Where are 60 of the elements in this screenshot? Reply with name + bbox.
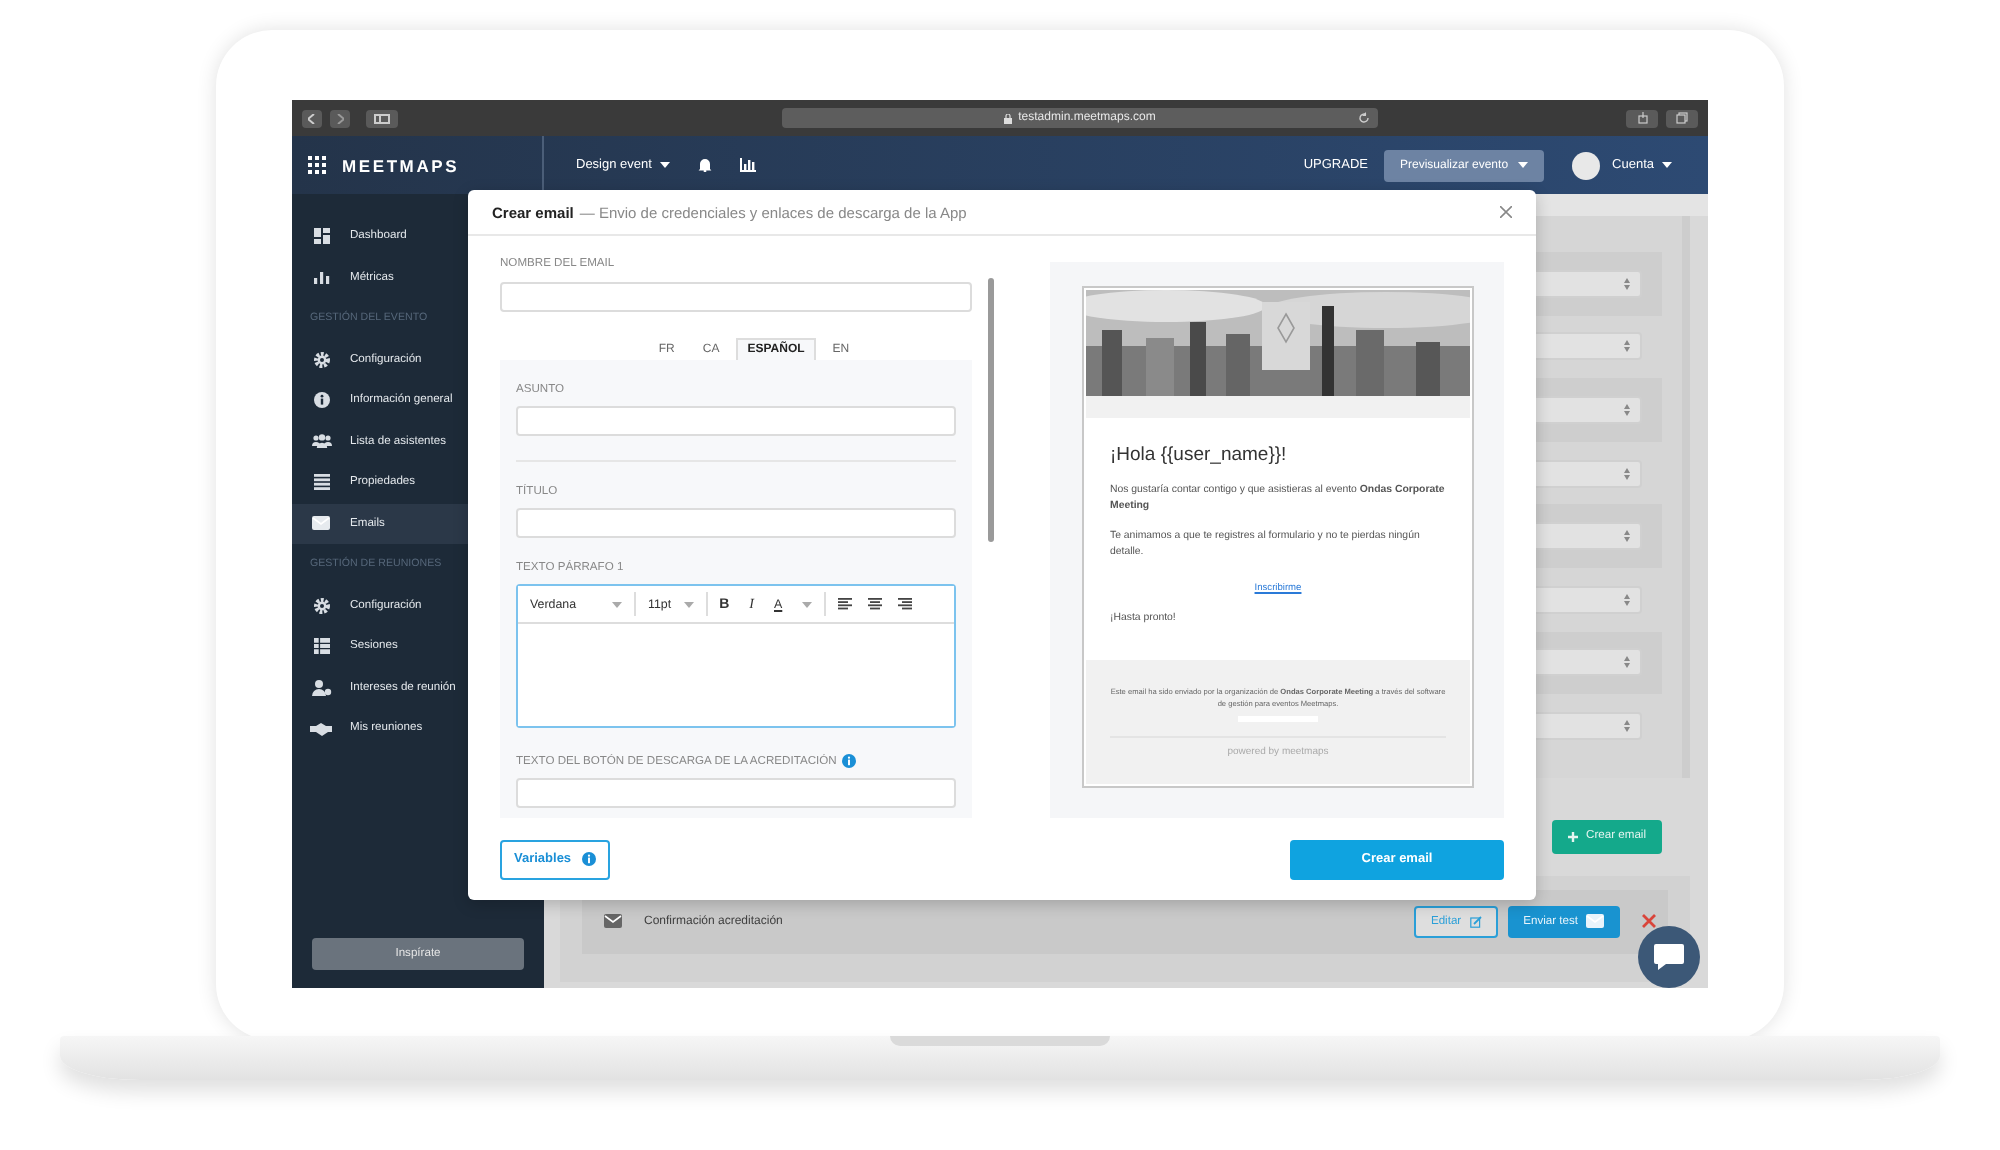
close-icon[interactable]: [1500, 206, 1512, 218]
gear-icon: [313, 597, 329, 614]
lock-icon: [1004, 113, 1013, 123]
share-button[interactable]: [1626, 109, 1658, 127]
bell-icon[interactable]: [697, 158, 712, 172]
share-icon: [1637, 112, 1647, 124]
align-center-icon[interactable]: [868, 598, 883, 610]
caret-icon: [659, 162, 670, 168]
sort-icon: [1624, 593, 1630, 606]
envelope-icon: [604, 914, 622, 929]
info-icon: [313, 392, 329, 409]
align-left-icon[interactable]: [838, 598, 853, 610]
envelope-icon: [1586, 914, 1604, 929]
subject-input[interactable]: [516, 406, 956, 436]
email-greeting: ¡Hola {{user_name}}!: [1110, 444, 1289, 466]
info-icon: [581, 852, 596, 866]
dashboard-icon: [313, 228, 329, 245]
delete-icon[interactable]: [1642, 914, 1656, 929]
gear-icon: [313, 351, 329, 368]
sort-icon: [1624, 403, 1630, 416]
sort-icon: [1624, 719, 1630, 732]
chevron-left-icon: [308, 113, 316, 123]
sidebar-icon: [374, 113, 390, 123]
caret-icon: [683, 601, 694, 607]
table-icon: [313, 638, 329, 655]
avatar[interactable]: [1572, 151, 1601, 179]
brand-name: MEETMAPS: [342, 155, 460, 175]
sort-icon: [1624, 277, 1630, 290]
users-icon: [311, 434, 331, 449]
caret-icon: [802, 601, 813, 607]
caret-icon: [1662, 162, 1672, 168]
scrollbar[interactable]: [988, 278, 994, 542]
sort-icon: [1624, 656, 1630, 669]
forward-button[interactable]: [330, 109, 350, 127]
button-text-input[interactable]: [516, 778, 956, 808]
user-gear-icon: [311, 679, 331, 696]
chevron-right-icon: [336, 113, 344, 123]
chat-button[interactable]: [1638, 926, 1700, 988]
email-name-input[interactable]: [500, 282, 972, 312]
caret-icon: [612, 601, 622, 607]
back-button[interactable]: [302, 109, 322, 127]
envelope-icon: [312, 516, 330, 531]
title-input[interactable]: [516, 508, 956, 538]
info-icon: [842, 754, 857, 768]
sort-icon: [1624, 340, 1630, 353]
bar-chart-icon[interactable]: [739, 158, 756, 172]
caret-icon: [1518, 162, 1529, 168]
list-icon: [313, 474, 329, 491]
plus-icon: [1568, 831, 1579, 842]
sidebar-toggle-button[interactable]: [366, 109, 398, 127]
app-grid-icon[interactable]: [308, 156, 326, 174]
edit-icon: [1469, 915, 1482, 928]
tabs-button[interactable]: [1666, 109, 1698, 127]
sort-icon: [1624, 467, 1630, 480]
chat-icon: [1654, 944, 1684, 970]
bar-chart-icon: [313, 270, 329, 285]
reload-icon[interactable]: [1358, 112, 1370, 124]
align-right-icon[interactable]: [898, 598, 913, 610]
sort-icon: [1624, 530, 1630, 543]
tabs-icon: [1676, 112, 1688, 124]
